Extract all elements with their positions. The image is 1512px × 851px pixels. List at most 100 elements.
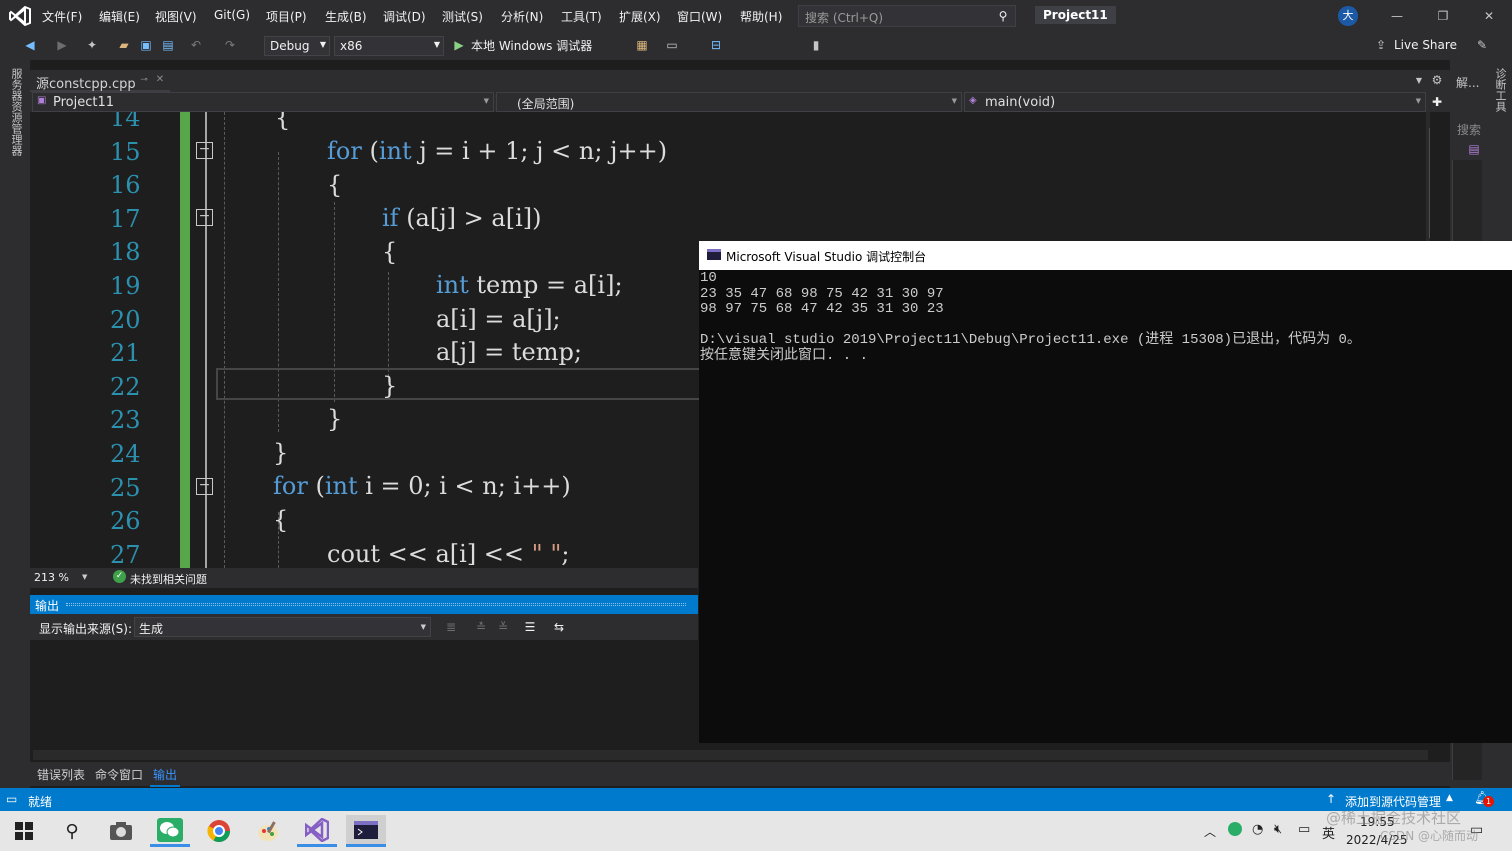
search-icon[interactable]: ⚲ <box>995 8 1011 24</box>
windows-start-icon[interactable] <box>4 815 44 847</box>
chevron-down-icon: ▼ <box>433 40 440 49</box>
save-all-icon[interactable]: ▤ <box>160 37 176 53</box>
menu-project[interactable]: 项目(P) <box>266 8 307 25</box>
paint-app-icon[interactable] <box>248 815 288 847</box>
forward-icon[interactable]: ▶ <box>54 37 70 53</box>
check-circle-icon: ✓ <box>113 570 126 583</box>
menu-analyze[interactable]: 分析(N) <box>501 8 543 25</box>
toolbox-icon[interactable]: ▤ <box>1467 142 1481 156</box>
debug-console-window[interactable]: Microsoft Visual Studio 调试控制台 10 23 35 47… <box>699 241 1512 743</box>
menu-edit[interactable]: 编辑(E) <box>99 8 140 25</box>
menu-file[interactable]: 文件(F) <box>42 8 82 25</box>
maximize-icon[interactable]: ❐ <box>1432 6 1454 26</box>
visual-studio-taskbar-icon[interactable] <box>297 815 337 847</box>
output-source-dropdown[interactable]: 生成 ▼ <box>134 617 431 637</box>
console-line: 98 97 75 68 47 42 35 31 30 23 <box>700 301 944 317</box>
code-line: if (a[j] > a[i]) <box>382 204 542 232</box>
visual-studio-logo-icon[interactable] <box>8 5 32 27</box>
previous-message-icon[interactable]: ≛ <box>474 620 488 634</box>
close-icon[interactable]: ✕ <box>1478 6 1500 26</box>
browser-icon[interactable]: ▭ <box>664 37 680 53</box>
word-wrap-icon[interactable]: ⇆ <box>552 620 566 634</box>
chevron-down-icon[interactable]: ▼ <box>82 573 87 581</box>
menu-git[interactable]: Git(G) <box>214 8 250 22</box>
live-share-button[interactable]: Live Share <box>1394 38 1457 52</box>
play-icon[interactable]: ▶ <box>452 37 466 53</box>
collapse-toggle-icon[interactable]: − <box>196 478 213 495</box>
collapse-toggle-icon[interactable]: − <box>196 209 213 226</box>
platform-value: x86 <box>340 39 363 53</box>
project-dropdown[interactable]: ▣ Project11 ▼ <box>32 92 494 112</box>
chevron-up-icon[interactable]: ▲ <box>1446 793 1453 803</box>
new-project-icon[interactable]: ✦ <box>84 37 100 53</box>
issues-status[interactable]: 未找到相关问题 <box>130 571 207 587</box>
tab-output[interactable]: 输出 <box>150 764 181 787</box>
close-tab-icon[interactable]: ✕ <box>154 74 166 86</box>
undo-icon[interactable]: ↶ <box>188 37 204 53</box>
solution-explorer-tab[interactable]: 解... <box>1456 74 1479 91</box>
menu-view[interactable]: 视图(V) <box>155 8 197 25</box>
battery-icon[interactable]: ▭ <box>1298 822 1310 837</box>
back-icon[interactable]: ◀ <box>22 37 38 53</box>
wifi-icon[interactable]: ◔ <box>1252 822 1263 837</box>
diagnostic-tools-tab[interactable]: 诊断工具 <box>1492 68 1508 112</box>
bookmark-icon[interactable]: ▮ <box>808 37 824 53</box>
output-panel-header[interactable]: 输出 <box>30 595 698 614</box>
clear-all-icon[interactable]: ☰ <box>523 620 537 634</box>
search-box[interactable]: 搜索 (Ctrl+Q) ⚲ <box>798 5 1016 27</box>
minimize-icon[interactable]: — <box>1386 6 1408 26</box>
go-to-error-icon[interactable]: ≣ <box>444 620 458 634</box>
menu-tools[interactable]: 工具(T) <box>561 8 602 25</box>
code-line: int temp = a[i]; <box>436 271 623 299</box>
attach-icon[interactable]: ▦ <box>634 37 650 53</box>
redo-icon[interactable]: ↷ <box>222 37 238 53</box>
save-icon[interactable]: ▣ <box>138 37 154 53</box>
live-share-icon[interactable]: ⇪ <box>1373 37 1389 53</box>
scope-dropdown[interactable]: (全局范围) ▼ <box>496 92 962 112</box>
wechat-app-icon[interactable] <box>150 815 190 847</box>
chevron-up-icon[interactable]: ︿ <box>1204 823 1216 840</box>
start-debugger-button[interactable]: 本地 Windows 调试器 <box>471 37 592 54</box>
output-toolbar: 显示输出来源(S): 生成 ▼ ≣ ≛ ≚ ☰ ⇆ <box>30 614 698 640</box>
menu-help[interactable]: 帮助(H) <box>740 8 782 25</box>
console-line: D:\visual studio 2019\Project11\Debug\Pr… <box>700 332 1361 348</box>
open-folder-icon[interactable]: ▰ <box>116 37 132 53</box>
menu-window[interactable]: 窗口(W) <box>677 8 722 25</box>
solution-explorer-icon[interactable]: ⊟ <box>708 37 724 53</box>
output-horizontal-scrollbar[interactable] <box>33 750 1428 760</box>
user-avatar[interactable]: 大 <box>1338 6 1358 26</box>
pin-icon[interactable]: ⊸ <box>138 74 150 86</box>
wechat-tray-icon[interactable] <box>1228 822 1242 836</box>
menu-debug[interactable]: 调试(D) <box>383 8 426 25</box>
tab-source-file[interactable]: 源constcpp.cpp ⊸ ✕ <box>30 70 170 92</box>
configuration-dropdown[interactable]: Debug ▼ <box>264 36 330 56</box>
menu-extensions[interactable]: 扩展(X) <box>619 8 661 25</box>
feedback-icon[interactable]: ✎ <box>1474 37 1490 53</box>
console-title: Microsoft Visual Studio 调试控制台 <box>726 250 927 264</box>
member-dropdown[interactable]: ◈ main(void) ▼ <box>964 92 1426 112</box>
menu-build[interactable]: 生成(B) <box>325 8 367 25</box>
zoom-level[interactable]: 213 % <box>34 571 69 584</box>
search-tab[interactable]: 搜索 <box>1457 121 1481 138</box>
tab-list-dropdown-icon[interactable]: ▼ <box>1412 74 1426 88</box>
console-taskbar-icon[interactable] <box>346 815 386 847</box>
settings-gear-icon[interactable]: ⚙ <box>1430 73 1444 87</box>
server-explorer-tab[interactable]: 服务器资源管理器 <box>8 68 24 156</box>
line-number: 23 <box>110 406 141 435</box>
search-icon[interactable]: ⚲ <box>52 815 92 847</box>
collapse-toggle-icon[interactable]: − <box>196 142 213 159</box>
line-number: 26 <box>110 507 141 536</box>
split-editor-icon[interactable]: ✚ <box>1430 94 1444 110</box>
watermark-text: @稀土掘金技术社区 <box>1326 809 1462 827</box>
console-title-bar[interactable]: Microsoft Visual Studio 调试控制台 <box>699 241 1512 270</box>
camera-app-icon[interactable] <box>101 815 141 847</box>
next-message-icon[interactable]: ≚ <box>496 620 510 634</box>
project-title: Project11 <box>1035 6 1116 24</box>
chrome-browser-icon[interactable] <box>199 815 239 847</box>
menu-test[interactable]: 测试(S) <box>442 8 483 25</box>
scrollbar-thumb[interactable] <box>1429 128 1430 238</box>
volume-muted-icon[interactable]: 🔇︎ <box>1274 822 1282 837</box>
platform-dropdown[interactable]: x86 ▼ <box>334 36 444 56</box>
tab-command-window[interactable]: 命令窗口 <box>95 766 143 783</box>
tab-error-list[interactable]: 错误列表 <box>37 766 85 783</box>
